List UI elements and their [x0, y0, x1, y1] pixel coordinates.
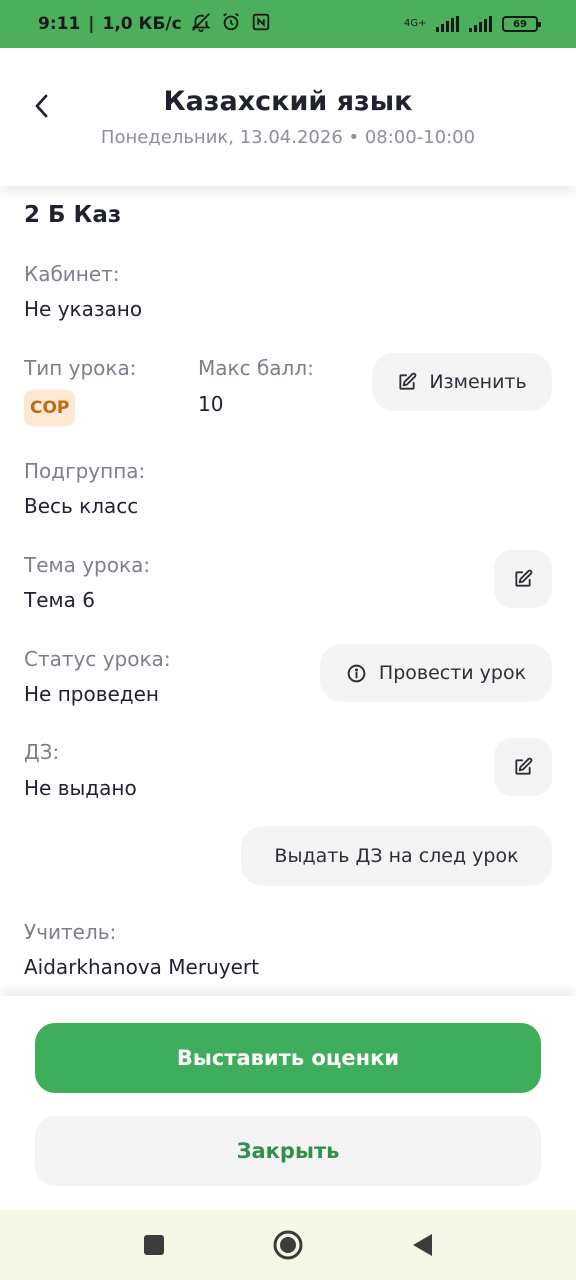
class-name: 2 Б Каз	[24, 202, 122, 228]
battery-level: 69	[513, 18, 527, 30]
circle-icon	[273, 1230, 303, 1260]
edit-icon	[399, 372, 417, 390]
info-icon	[347, 664, 366, 682]
lesson-type-badge: СОР	[24, 390, 76, 426]
back-nav-button[interactable]	[402, 1225, 442, 1265]
alarm-icon	[220, 11, 242, 38]
status-separator: |	[88, 14, 95, 34]
status-time: 9:11	[38, 14, 81, 34]
battery-icon: 69	[502, 16, 541, 32]
conduct-lesson-button[interactable]: Провести урок	[320, 644, 552, 702]
signal-icon-2	[469, 16, 492, 32]
conduct-lesson-label: Провести урок	[378, 662, 527, 684]
status-right: 4G+ 69	[404, 16, 541, 32]
teacher-label: Учитель:	[24, 920, 117, 944]
homework-label: ДЗ:	[24, 740, 60, 764]
close-button[interactable]: Закрыть	[35, 1116, 541, 1186]
lesson-details: 2 Б Каз Кабинет: Не указано Тип урока: С…	[0, 186, 576, 996]
recents-button[interactable]	[134, 1225, 174, 1265]
max-score-label: Макс балл:	[198, 356, 314, 380]
max-score-value: 10	[198, 392, 224, 416]
subgroup-value: Весь класс	[24, 494, 139, 518]
edit-icon	[515, 757, 533, 775]
home-button[interactable]	[268, 1225, 308, 1265]
room-value: Не указано	[24, 297, 143, 321]
edit-topic-button[interactable]	[494, 550, 552, 608]
status-speed: 1,0 КБ/с	[102, 14, 182, 34]
nfc-icon	[250, 11, 272, 38]
status-label: Статус урока:	[24, 647, 171, 671]
bottom-actions: Выставить оценки Закрыть	[0, 996, 576, 1210]
header: Казахский язык Понедельник, 13.04.2026 •…	[0, 48, 576, 186]
edit-button-label: Изменить	[429, 371, 527, 393]
assign-homework-button[interactable]: Выдать ДЗ на след урок	[241, 826, 552, 886]
status-bar: 9:11 | 1,0 КБ/с 4G+ 69	[0, 0, 576, 48]
teacher-value: Aidarkhanova Meruyert	[24, 955, 259, 979]
status-value: Не проведен	[24, 682, 160, 706]
lesson-type-label: Тип урока:	[24, 356, 137, 380]
square-icon	[144, 1235, 164, 1255]
page-subtitle: Понедельник, 13.04.2026 • 08:00-10:00	[100, 127, 476, 148]
edit-icon	[515, 569, 533, 587]
homework-value: Не выдано	[24, 776, 137, 800]
signal-icon	[436, 16, 459, 32]
triangle-back-icon	[413, 1234, 432, 1256]
topic-value: Тема 6	[24, 588, 95, 612]
grade-button[interactable]: Выставить оценки	[35, 1023, 541, 1093]
edit-lesson-type-button[interactable]: Изменить	[372, 353, 552, 411]
subgroup-label: Подгруппа:	[24, 459, 146, 483]
assign-homework-label: Выдать ДЗ на след урок	[274, 845, 519, 867]
system-nav-bar	[0, 1210, 576, 1280]
muted-alarm-icon	[190, 11, 212, 38]
network-type: 4G+	[404, 18, 427, 29]
status-left: 9:11 | 1,0 КБ/с	[38, 11, 272, 38]
room-label: Кабинет:	[24, 262, 120, 286]
edit-homework-button[interactable]	[494, 738, 552, 796]
page-title: Казахский язык	[163, 86, 413, 117]
topic-label: Тема урока:	[24, 553, 151, 577]
